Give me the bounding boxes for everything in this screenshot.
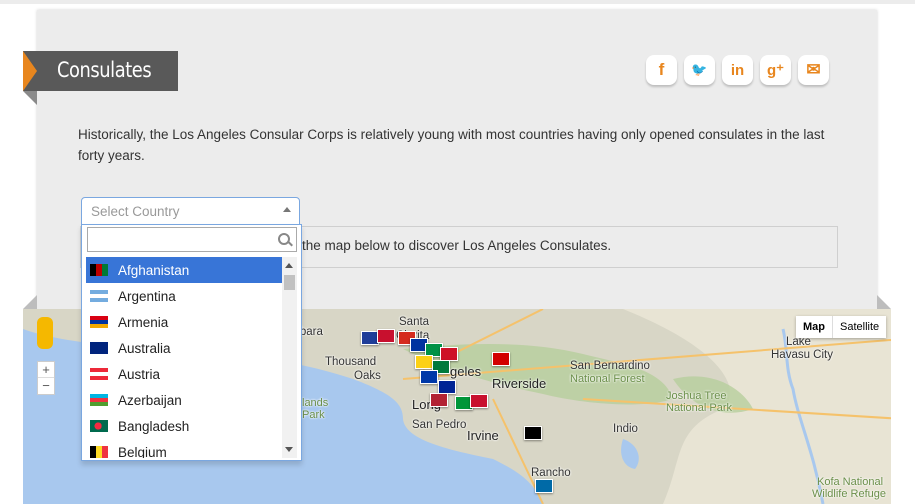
consulate-marker[interactable] bbox=[492, 352, 510, 366]
email-icon[interactable]: ✉ bbox=[798, 55, 829, 85]
country-option-bangladesh[interactable]: Bangladesh bbox=[86, 413, 282, 439]
azerbaijan-flag-icon bbox=[90, 394, 108, 406]
map-label-park: Park bbox=[302, 409, 325, 421]
option-label: Azerbaijan bbox=[118, 392, 182, 408]
twitter-icon[interactable]: 🐦 bbox=[684, 55, 715, 85]
country-option-australia[interactable]: Australia bbox=[86, 335, 282, 361]
consulate-marker[interactable] bbox=[470, 394, 488, 408]
country-option-armenia[interactable]: Armenia bbox=[86, 309, 282, 335]
chevron-up-icon bbox=[283, 207, 291, 212]
australia-flag-icon bbox=[90, 342, 108, 354]
map-label-joshua-tree: Joshua Tree bbox=[666, 390, 727, 402]
consulate-marker[interactable] bbox=[524, 426, 542, 440]
zoom-control: + − bbox=[37, 361, 55, 395]
country-list: Afghanistan Argentina Armenia Australia … bbox=[86, 257, 282, 458]
option-label: Argentina bbox=[118, 288, 176, 304]
consulate-marker[interactable] bbox=[535, 479, 553, 493]
map-label-san-bernardino: San Bernardino bbox=[570, 360, 650, 372]
option-label: Afghanistan bbox=[118, 262, 190, 278]
country-option-austria[interactable]: Austria bbox=[86, 361, 282, 387]
option-label: Bangladesh bbox=[118, 418, 190, 434]
map-label-wildlife-refuge: Wildlife Refuge bbox=[812, 488, 886, 500]
zoom-out-button[interactable]: − bbox=[38, 377, 54, 393]
map-type-control: Map Satellite bbox=[796, 316, 887, 338]
map-label-joshua-park: National Park bbox=[666, 402, 733, 414]
map-label-national-forest: National Forest bbox=[570, 373, 645, 385]
section-ribbon: Consulates bbox=[23, 51, 178, 105]
option-label: Belgium bbox=[118, 444, 167, 459]
map-label-san-pedro: San Pedro bbox=[412, 419, 467, 431]
consulate-marker[interactable] bbox=[420, 370, 438, 384]
ribbon-fold bbox=[23, 91, 37, 105]
map-label-lands: lands bbox=[302, 397, 329, 409]
map-label-thousand: Thousand bbox=[325, 356, 377, 368]
map-label-santa: Santa bbox=[399, 316, 430, 328]
armenia-flag-icon bbox=[90, 316, 108, 328]
page-title: Consulates bbox=[57, 58, 152, 82]
map-label-oaks: Oaks bbox=[354, 370, 381, 382]
map-label-riverside: Riverside bbox=[492, 376, 547, 391]
social-share-bar: f 🐦 in g⁺ ✉ bbox=[646, 55, 829, 85]
map-label-kofa: Kofa National bbox=[817, 476, 884, 488]
scrollbar-thumb[interactable] bbox=[284, 275, 295, 290]
belgium-flag-icon bbox=[90, 446, 108, 458]
map-label-rancho: Rancho bbox=[531, 467, 571, 479]
bangladesh-flag-icon bbox=[90, 420, 108, 432]
country-option-azerbaijan[interactable]: Azerbaijan bbox=[86, 387, 282, 413]
option-label: Austria bbox=[118, 366, 161, 382]
map-type-map-button[interactable]: Map bbox=[796, 316, 833, 338]
map-label-havasu-city: Havasu City bbox=[771, 349, 833, 361]
map-label-indio: Indio bbox=[613, 423, 638, 435]
consulate-marker[interactable] bbox=[377, 329, 395, 343]
country-dropdown: Afghanistan Argentina Armenia Australia … bbox=[81, 224, 302, 461]
map-type-satellite-button[interactable]: Satellite bbox=[833, 316, 886, 338]
scroll-down-icon[interactable] bbox=[285, 447, 293, 452]
zoom-in-button[interactable]: + bbox=[38, 362, 54, 377]
dropdown-scrollbar[interactable] bbox=[282, 257, 297, 458]
option-label: Australia bbox=[118, 340, 171, 356]
country-select-placeholder: Select Country bbox=[91, 204, 180, 219]
panel-corner-right bbox=[877, 295, 891, 309]
consulate-marker[interactable] bbox=[415, 355, 433, 369]
googleplus-icon[interactable]: g⁺ bbox=[760, 55, 791, 85]
austria-flag-icon bbox=[90, 368, 108, 380]
linkedin-icon[interactable]: in bbox=[722, 55, 753, 85]
country-option-afghanistan[interactable]: Afghanistan bbox=[86, 257, 282, 283]
country-select[interactable]: Select Country bbox=[81, 197, 300, 225]
country-option-argentina[interactable]: Argentina bbox=[86, 283, 282, 309]
facebook-icon[interactable]: f bbox=[646, 55, 677, 85]
argentina-flag-icon bbox=[90, 290, 108, 302]
top-border bbox=[0, 0, 915, 4]
consulate-marker[interactable] bbox=[438, 380, 456, 394]
street-view-pegman-icon[interactable] bbox=[37, 317, 53, 349]
country-option-belgium[interactable]: Belgium bbox=[86, 439, 282, 458]
option-label: Armenia bbox=[118, 314, 169, 330]
map-label-los-angeles: geles bbox=[450, 364, 482, 379]
ribbon-arrow bbox=[23, 51, 37, 91]
country-search-input[interactable] bbox=[87, 227, 297, 252]
intro-text: Historically, the Los Angeles Consular C… bbox=[78, 127, 825, 163]
panel-corner-left bbox=[23, 295, 37, 309]
afghanistan-flag-icon bbox=[90, 264, 108, 276]
scroll-up-icon[interactable] bbox=[285, 263, 293, 268]
search-icon bbox=[278, 233, 290, 245]
consulate-marker[interactable] bbox=[440, 347, 458, 361]
map-hint-text: the map below to discover Los Angeles Co… bbox=[302, 238, 612, 253]
map-label-irvine: Irvine bbox=[467, 428, 499, 443]
consulate-marker[interactable] bbox=[430, 393, 448, 407]
